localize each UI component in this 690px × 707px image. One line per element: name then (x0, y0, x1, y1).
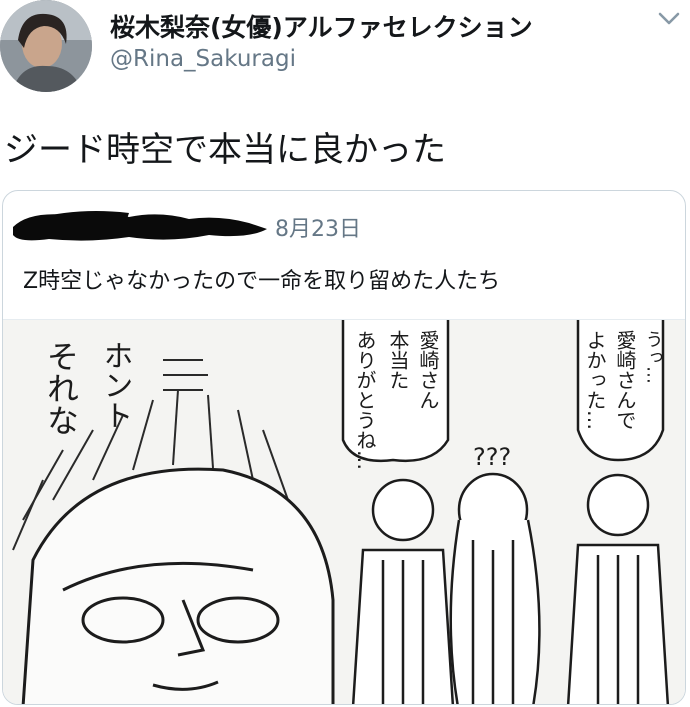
quoted-tweet-text: Z時空じゃなかったので一命を取り留めた人たち (23, 269, 501, 294)
manga-text-mid-1: 愛崎さん (416, 330, 440, 410)
manga-question-marks: ??? (473, 443, 511, 471)
quoted-tweet[interactable]: 8月23日 Z時空じゃなかったので一命を取り留めた人たち ホント それな 愛崎さ… (2, 190, 686, 705)
quoted-tweet-date[interactable]: 8月23日 (275, 211, 361, 243)
manga-text-mid-2: 本当た (386, 330, 410, 390)
manga-text-left-2: それな (42, 340, 80, 436)
user-handle[interactable]: @Rina_Sakuragi (110, 46, 296, 72)
figure-left (351, 478, 455, 704)
tweet-text: ジード時空で本当に良かった (4, 130, 446, 170)
redacted-username (13, 211, 267, 241)
manga-text-right-3: よかった… (583, 330, 607, 430)
chevron-down-icon[interactable] (656, 8, 682, 30)
big-face (21, 467, 335, 704)
figure-middle (449, 472, 541, 704)
manga-text-left-1: ホント (98, 340, 133, 430)
avatar[interactable] (0, 0, 92, 92)
manga-image[interactable]: ホント それな 愛崎さん 本当た ありがとうね… うっ… 愛崎さんで よかった…… (3, 319, 685, 704)
figure-right (566, 473, 670, 704)
manga-text-mid-3: ありがとうね… (353, 330, 377, 470)
display-name[interactable]: 桜木梨奈(女優)アルファセレクション (110, 8, 533, 44)
manga-text-right-1: うっ… (643, 330, 664, 384)
manga-text-right-2: 愛崎さんで (613, 330, 637, 430)
avatar-photo (0, 0, 92, 92)
